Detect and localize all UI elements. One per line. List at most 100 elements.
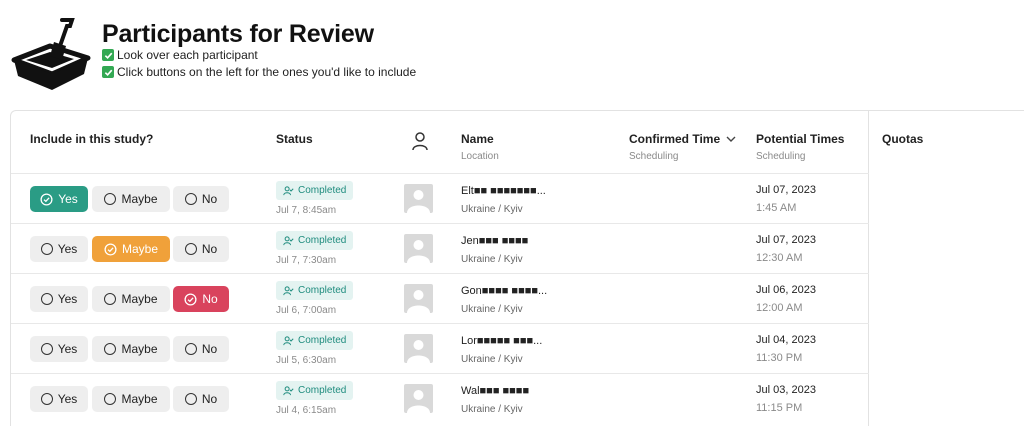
- potential-date: Jul 03, 2023: [756, 384, 816, 396]
- check-circle-icon: [40, 192, 53, 206]
- status-badge: Completed: [276, 281, 354, 300]
- radio-circle-icon: [40, 343, 53, 355]
- instruction-item: Click buttons on the left for the ones y…: [102, 65, 416, 79]
- maybe-button-label: Maybe: [121, 342, 158, 356]
- no-button-label: No: [201, 242, 218, 256]
- radio-circle-icon: [184, 343, 197, 355]
- status-text: Completed: [298, 285, 347, 296]
- checkmark-box-icon: [102, 49, 114, 61]
- user-check-icon: [283, 235, 294, 245]
- check-circle-icon: [184, 292, 197, 306]
- participant-name[interactable]: Elt■■ ■■■■■■■...: [461, 185, 546, 197]
- status-text: Completed: [298, 385, 347, 396]
- no-button-label: No: [201, 192, 218, 206]
- no-button[interactable]: No: [173, 286, 229, 312]
- potential-date: Jul 04, 2023: [756, 334, 816, 346]
- no-button[interactable]: No: [173, 186, 229, 212]
- no-button[interactable]: No: [173, 336, 229, 362]
- column-header-potential-times: Potential Times: [756, 132, 845, 146]
- maybe-button-label: Maybe: [121, 392, 158, 406]
- maybe-button[interactable]: Maybe: [92, 336, 170, 362]
- user-check-icon: [283, 385, 294, 395]
- yes-button-label: Yes: [57, 242, 78, 256]
- potential-time: 11:15 PM: [756, 402, 803, 414]
- avatar-placeholder-icon: [404, 284, 433, 313]
- instruction-text: Look over each participant: [117, 48, 258, 62]
- participant-location: Ukraine / Kyiv: [461, 254, 523, 265]
- yes-button-label: Yes: [58, 192, 78, 206]
- radio-circle-icon: [40, 393, 53, 405]
- participant-name[interactable]: Wal■■■ ■■■■: [461, 385, 529, 397]
- potential-time: 11:30 PM: [756, 352, 803, 364]
- column-header-confirmed-label: Confirmed Time: [629, 132, 721, 146]
- no-button[interactable]: No: [173, 386, 229, 412]
- status-badge: Completed: [276, 381, 354, 400]
- participant-name[interactable]: Gon■■■■ ■■■■...: [461, 285, 547, 297]
- radio-circle-icon: [104, 193, 117, 205]
- yes-button[interactable]: Yes: [30, 386, 88, 412]
- participant-location: Ukraine / Kyiv: [461, 204, 523, 215]
- maybe-button-label: Maybe: [121, 242, 159, 256]
- user-check-icon: [283, 185, 294, 195]
- potential-date: Jul 06, 2023: [756, 284, 816, 296]
- potential-time: 1:45 AM: [756, 202, 797, 214]
- status-time: Jul 4, 6:15am: [276, 405, 337, 416]
- yes-button[interactable]: Yes: [30, 336, 88, 362]
- page-title: Participants for Review: [102, 20, 374, 48]
- instruction-item: Look over each participant: [102, 48, 258, 62]
- participant-name[interactable]: Lor■■■■■ ■■■...: [461, 335, 542, 347]
- status-badge: Completed: [276, 331, 354, 350]
- radio-circle-icon: [104, 343, 117, 355]
- maybe-button[interactable]: Maybe: [92, 236, 170, 262]
- check-circle-icon: [104, 242, 117, 256]
- yes-button[interactable]: Yes: [30, 236, 88, 262]
- radio-circle-icon: [104, 293, 117, 305]
- status-text: Completed: [298, 185, 347, 196]
- avatar-placeholder-icon: [404, 384, 433, 413]
- avatar-placeholder-icon: [404, 184, 433, 213]
- page-header: Participants for Review Look over each p…: [0, 0, 1024, 104]
- user-check-icon: [283, 335, 294, 345]
- status-time: Jul 5, 6:30am: [276, 355, 337, 366]
- table-row: Yes Maybe No Completed Jul 7, 7:30am Jen■■■ ■…: [11, 223, 869, 273]
- maybe-button[interactable]: Maybe: [92, 386, 170, 412]
- table-row: Yes Maybe No Completed Jul 5, 6:30am Lor■■■■■…: [11, 323, 869, 373]
- participant-location: Ukraine / Kyiv: [461, 404, 523, 415]
- no-button-label: No: [201, 342, 218, 356]
- participant-location: Ukraine / Kyiv: [461, 354, 523, 365]
- status-time: Jul 6, 7:00am: [276, 305, 337, 316]
- avatar-placeholder-icon: [404, 234, 433, 263]
- participants-table: Include in this study? Status Name Locat…: [10, 110, 1024, 426]
- column-subheader-scheduling: Scheduling: [756, 151, 806, 162]
- yes-button-label: Yes: [57, 342, 78, 356]
- potential-date: Jul 07, 2023: [756, 184, 816, 196]
- status-badge: Completed: [276, 181, 354, 200]
- status-time: Jul 7, 8:45am: [276, 205, 337, 216]
- participant-name[interactable]: Jen■■■ ■■■■: [461, 235, 528, 247]
- table-row: Yes Maybe No Completed Jul 7, 8:45am Elt■■ ■■…: [11, 173, 869, 223]
- radio-circle-icon: [184, 193, 197, 205]
- checkmark-box-icon: [102, 66, 114, 78]
- column-header-include: Include in this study?: [30, 132, 154, 146]
- yes-button[interactable]: Yes: [30, 186, 88, 212]
- no-button[interactable]: No: [173, 236, 229, 262]
- status-text: Completed: [298, 235, 347, 246]
- maybe-button[interactable]: Maybe: [92, 286, 170, 312]
- status-badge: Completed: [276, 231, 354, 250]
- radio-circle-icon: [40, 293, 53, 305]
- yes-button-label: Yes: [57, 392, 78, 406]
- yes-button[interactable]: Yes: [30, 286, 88, 312]
- maybe-button[interactable]: Maybe: [92, 186, 170, 212]
- avatar-placeholder-icon: [404, 334, 433, 363]
- person-icon: [412, 132, 428, 151]
- maybe-button-label: Maybe: [121, 292, 158, 306]
- user-check-icon: [283, 285, 294, 295]
- column-header-confirmed-time[interactable]: Confirmed Time: [629, 132, 736, 146]
- potential-date: Jul 07, 2023: [756, 234, 816, 246]
- chevron-down-icon: [726, 136, 736, 143]
- radio-circle-icon: [40, 243, 53, 255]
- table-row: Yes Maybe No Completed Jul 6, 7:00am Gon■■■■ …: [11, 273, 869, 323]
- no-button-label: No: [201, 392, 218, 406]
- table-row: Yes Maybe No Completed Jul 4, 6:15am Wal■■■ ■…: [11, 373, 869, 423]
- column-subheader-location: Location: [461, 151, 499, 162]
